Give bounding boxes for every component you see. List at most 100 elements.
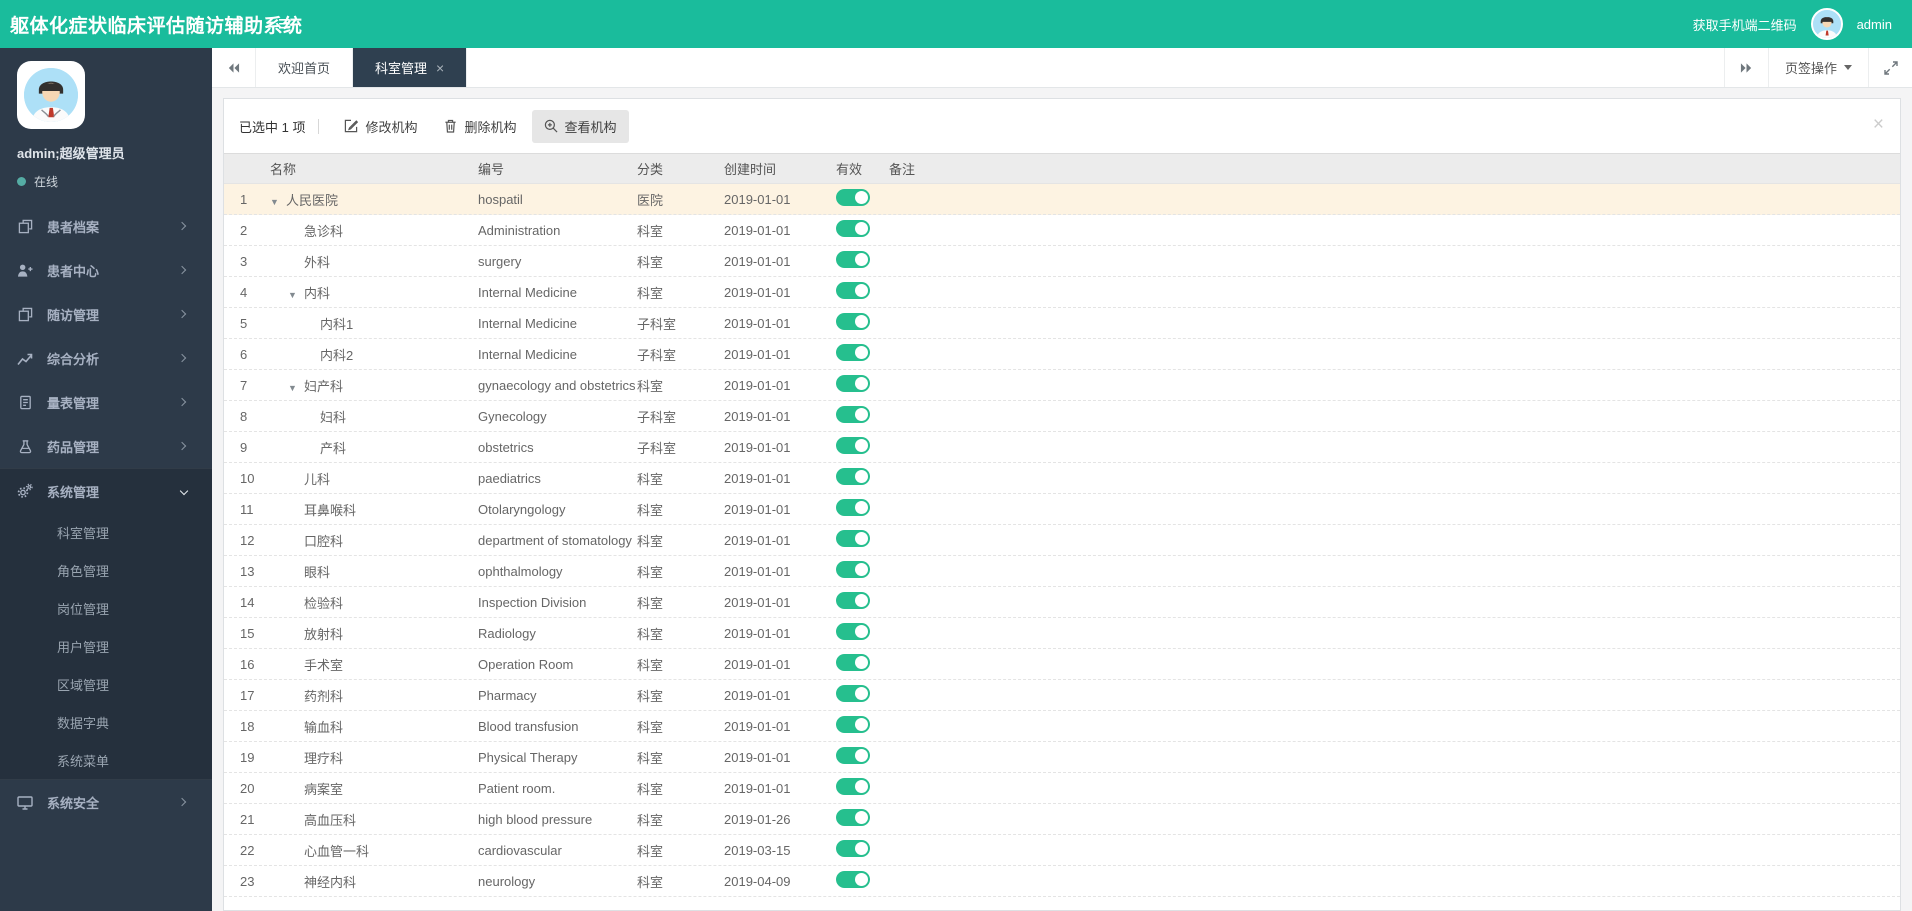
table-row[interactable]: 12 ▼口腔科 department of stomatology 科室 201… <box>224 525 1900 556</box>
valid-toggle[interactable] <box>836 313 870 330</box>
sidebar-item-user-management[interactable]: 用户管理 <box>0 627 212 665</box>
table-row[interactable]: 7 ▼ 妇产科 gynaecology and obstetrics 科室 201… <box>224 370 1900 401</box>
table-row[interactable]: 9 ▼产科 obstetrics 子科室 2019-01-01 <box>224 432 1900 463</box>
sidebar-item-data-dictionary[interactable]: 数据字典 <box>0 703 212 741</box>
table-row[interactable]: 22 ▼心血管一科 cardiovascular 科室 2019-03-15 <box>224 835 1900 866</box>
header-cell-created: 创建时间 <box>724 162 777 177</box>
valid-toggle[interactable] <box>836 685 870 702</box>
tab-close-icon[interactable]: × <box>436 61 444 75</box>
row-index: 14 <box>240 594 255 610</box>
tabs-scroll-left-button[interactable] <box>212 48 256 87</box>
file-icon <box>15 307 35 322</box>
row-category: 子科室 <box>637 347 677 363</box>
tab-welcome-home[interactable]: 欢迎首页 <box>256 48 354 87</box>
table-row[interactable]: 5 ▼内科1 Internal Medicine 子科室 2019-01-01 <box>224 308 1900 339</box>
valid-toggle[interactable] <box>836 716 870 733</box>
valid-toggle[interactable] <box>836 468 870 485</box>
chevron-right-icon <box>177 221 187 231</box>
user-avatar[interactable] <box>1810 8 1843 40</box>
qr-code-link[interactable]: 获取手机端二维码 <box>1693 15 1797 34</box>
online-status-dot <box>17 177 26 186</box>
row-index: 17 <box>240 687 255 703</box>
valid-toggle[interactable] <box>836 809 870 826</box>
table-row[interactable]: 19 ▼理疗科 Physical Therapy 科室 2019-01-01 <box>224 742 1900 773</box>
valid-toggle[interactable] <box>836 840 870 857</box>
table-row[interactable]: 20 ▼病案室 Patient room. 科室 2019-01-01 <box>224 773 1900 804</box>
valid-toggle[interactable] <box>836 251 870 268</box>
table-row[interactable]: 23 ▼神经内科 neurology 科室 2019-04-09 <box>224 866 1900 897</box>
table-row[interactable]: 8 ▼妇科 Gynecology 子科室 2019-01-01 <box>224 401 1900 432</box>
tree-collapse-icon[interactable]: ▼ <box>288 290 304 300</box>
chevron-right-icon <box>177 353 187 363</box>
table-row[interactable]: 21 ▼高血压科 high blood pressure 科室 2019-01-… <box>224 804 1900 835</box>
tab-operations-dropdown[interactable]: 页签操作 <box>1767 48 1868 87</box>
valid-toggle[interactable] <box>836 561 870 578</box>
valid-toggle[interactable] <box>836 406 870 423</box>
valid-toggle[interactable] <box>836 778 870 795</box>
row-name: ▼心血管一科 <box>304 843 370 859</box>
table-row[interactable]: 10 ▼儿科 paediatrics 科室 2019-01-01 <box>224 463 1900 494</box>
tabs-scroll-right-button[interactable] <box>1723 48 1768 87</box>
table-row[interactable]: 17 ▼药剂科 Pharmacy 科室 2019-01-01 <box>224 680 1900 711</box>
sidebar-item-patient-files[interactable]: 患者档案 <box>0 204 212 248</box>
sidebar-avatar[interactable] <box>17 61 85 129</box>
sidebar-item-system-security[interactable]: 系统安全 <box>0 780 212 824</box>
valid-toggle[interactable] <box>836 747 870 764</box>
table-row[interactable]: 11 ▼耳鼻喉科 Otolaryngology 科室 2019-01-01 <box>224 494 1900 525</box>
valid-toggle[interactable] <box>836 654 870 671</box>
row-name: ▼儿科 <box>304 471 331 487</box>
tree-collapse-icon[interactable]: ▼ <box>288 383 304 393</box>
valid-toggle[interactable] <box>836 189 870 206</box>
valid-toggle[interactable] <box>836 344 870 361</box>
tab-department-management[interactable]: 科室管理 × <box>353 48 468 87</box>
username-label[interactable]: admin <box>1857 17 1892 32</box>
table-row[interactable]: 14 ▼检验科 Inspection Division 科室 2019-01-0… <box>224 587 1900 618</box>
sidebar-item-patient-center[interactable]: 患者中心 <box>0 248 212 292</box>
online-status-label: 在线 <box>34 175 59 189</box>
row-created: 2019-01-01 <box>724 501 791 517</box>
sidebar-item-analysis[interactable]: 综合分析 <box>0 336 212 380</box>
row-name: ▼急诊科 <box>304 223 344 239</box>
table-row[interactable]: 3 ▼外科 surgery 科室 2019-01-01 <box>224 246 1900 277</box>
sidebar-item-followup[interactable]: 随访管理 <box>0 292 212 336</box>
sidebar-item-drugs[interactable]: 药品管理 <box>0 424 212 468</box>
table-row[interactable]: 18 ▼输血科 Blood transfusion 科室 2019-01-01 <box>224 711 1900 742</box>
row-code: surgery <box>478 253 522 269</box>
table-row[interactable]: 15 ▼放射科 Radiology 科室 2019-01-01 <box>224 618 1900 649</box>
row-created: 2019-01-01 <box>724 191 791 207</box>
row-name: ▼内科1 <box>320 316 354 332</box>
sidebar-item-scales[interactable]: 量表管理 <box>0 380 212 424</box>
table-row[interactable]: 6 ▼内科2 Internal Medicine 子科室 2019-01-01 <box>224 339 1900 370</box>
valid-toggle[interactable] <box>836 623 870 640</box>
panel-close-icon[interactable]: × <box>1873 115 1884 134</box>
row-created: 2019-01-01 <box>724 346 791 362</box>
row-created: 2019-01-01 <box>724 253 791 269</box>
table-row[interactable]: 1 ▼ 人民医院 hospatil 医院 2019-01-01 <box>224 184 1900 215</box>
delete-org-button[interactable]: 删除机构 <box>432 110 528 143</box>
table-row[interactable]: 2 ▼急诊科 Administration 科室 2019-01-01 <box>224 215 1900 246</box>
sidebar-item-region-management[interactable]: 区域管理 <box>0 665 212 703</box>
sidebar-item-post-management[interactable]: 岗位管理 <box>0 589 212 627</box>
row-index: 4 <box>240 284 248 300</box>
sidebar-item-role-management[interactable]: 角色管理 <box>0 551 212 589</box>
table-row[interactable]: 16 ▼手术室 Operation Room 科室 2019-01-01 <box>224 649 1900 680</box>
sidebar-item-system-menu[interactable]: 系统菜单 <box>0 741 212 779</box>
view-org-button[interactable]: 查看机构 <box>531 109 629 143</box>
valid-toggle[interactable] <box>836 220 870 237</box>
valid-toggle[interactable] <box>836 282 870 299</box>
valid-toggle[interactable] <box>836 592 870 609</box>
tree-collapse-icon[interactable]: ▼ <box>270 197 286 207</box>
edit-org-button[interactable]: 修改机构 <box>332 110 429 143</box>
valid-toggle[interactable] <box>836 375 870 392</box>
valid-toggle[interactable] <box>836 437 870 454</box>
table-row[interactable]: 4 ▼ 内科 Internal Medicine 科室 2019-01-01 <box>224 277 1900 308</box>
sidebar-item-system-management[interactable]: 系统管理 <box>0 469 212 513</box>
valid-toggle[interactable] <box>836 530 870 547</box>
row-name: ▼ 人民医院 <box>270 192 339 208</box>
table-row[interactable]: 13 ▼眼科 ophthalmology 科室 2019-01-01 <box>224 556 1900 587</box>
sidebar-item-department-management[interactable]: 科室管理 <box>0 513 212 551</box>
valid-toggle[interactable] <box>836 871 870 888</box>
fullscreen-button[interactable] <box>1868 48 1912 87</box>
valid-toggle[interactable] <box>836 499 870 516</box>
hamburger-menu-icon[interactable]: ≡ <box>278 13 291 35</box>
